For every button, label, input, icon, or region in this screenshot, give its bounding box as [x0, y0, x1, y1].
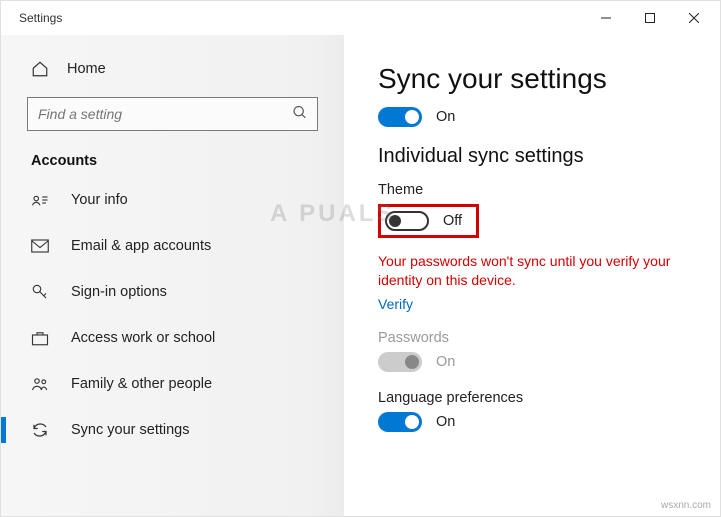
sidebar-item-label: Family & other people	[71, 376, 212, 392]
sidebar-item-label: Access work or school	[71, 330, 215, 346]
window-title: Settings	[19, 11, 62, 25]
close-button[interactable]	[672, 3, 716, 33]
sidebar-item-label: Sign-in options	[71, 284, 167, 300]
toggle-state-label: On	[436, 354, 455, 370]
language-toggle-row: On	[378, 412, 692, 432]
highlight-annotation: Off	[378, 204, 479, 238]
home-icon	[31, 60, 49, 78]
verify-link[interactable]: Verify	[378, 296, 413, 312]
passwords-toggle	[378, 352, 422, 372]
password-warning: Your passwords won't sync until you veri…	[378, 252, 692, 290]
sidebar-item-label: Sync your settings	[71, 422, 189, 438]
page-title: Sync your settings	[378, 63, 692, 95]
theme-label: Theme	[378, 182, 692, 198]
settings-window: Settings Home	[0, 0, 721, 517]
content: Home Accounts Your info Email & app	[1, 35, 720, 516]
toggle-state-label: On	[436, 109, 455, 125]
sync-icon	[31, 421, 49, 439]
passwords-toggle-row: On	[378, 352, 692, 372]
section-header: Accounts	[1, 141, 344, 177]
sidebar-item-work-school[interactable]: Access work or school	[1, 315, 344, 361]
search-container	[27, 97, 318, 131]
sidebar-item-email[interactable]: Email & app accounts	[1, 223, 344, 269]
individual-heading: Individual sync settings	[378, 145, 692, 168]
person-card-icon	[31, 192, 49, 208]
home-nav[interactable]: Home	[1, 49, 344, 89]
key-icon	[31, 283, 49, 301]
home-label: Home	[67, 61, 106, 77]
people-icon	[31, 376, 49, 392]
sidebar-item-label: Your info	[71, 192, 128, 208]
theme-toggle[interactable]	[385, 211, 429, 231]
search-input[interactable]	[27, 97, 318, 131]
briefcase-icon	[31, 330, 49, 346]
mail-icon	[31, 239, 49, 253]
sync-master-toggle[interactable]	[378, 107, 422, 127]
sidebar-item-sync[interactable]: Sync your settings	[1, 407, 344, 453]
maximize-button[interactable]	[628, 3, 672, 33]
main-panel: Sync your settings On Individual sync se…	[344, 35, 720, 516]
master-toggle-row: On	[378, 107, 692, 127]
titlebar: Settings	[1, 1, 720, 35]
sidebar-item-your-info[interactable]: Your info	[1, 177, 344, 223]
passwords-label: Passwords	[378, 330, 692, 346]
sidebar-item-family[interactable]: Family & other people	[1, 361, 344, 407]
toggle-state-label: Off	[443, 213, 462, 229]
toggle-state-label: On	[436, 414, 455, 430]
language-label: Language preferences	[378, 390, 692, 406]
minimize-button[interactable]	[584, 3, 628, 33]
sidebar-item-signin[interactable]: Sign-in options	[1, 269, 344, 315]
sidebar-item-label: Email & app accounts	[71, 238, 211, 254]
language-toggle[interactable]	[378, 412, 422, 432]
window-controls	[584, 3, 716, 33]
sidebar: Home Accounts Your info Email & app	[1, 35, 344, 516]
